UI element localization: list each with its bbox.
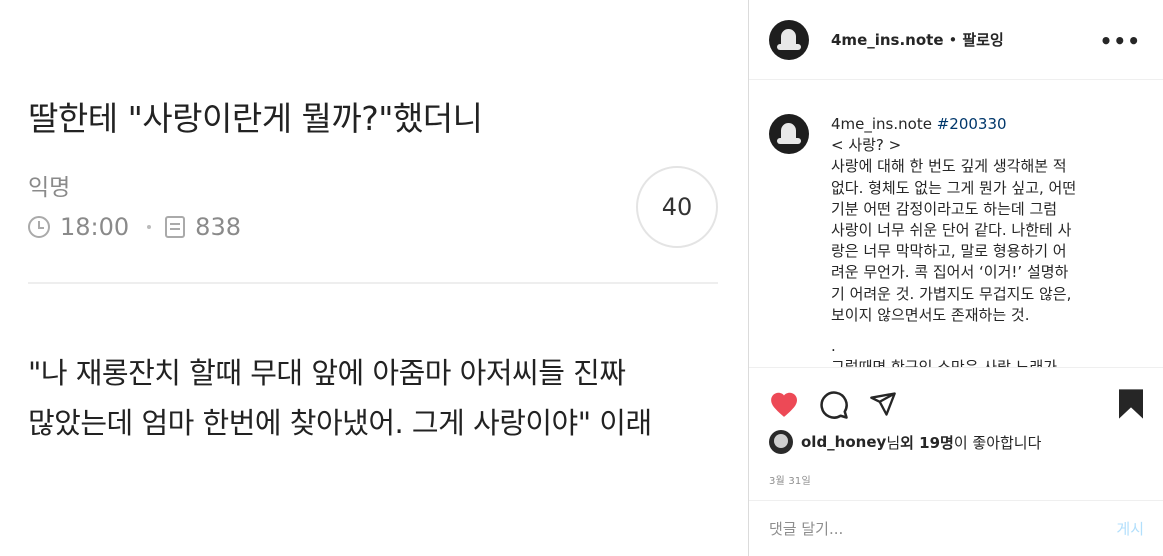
- comment-icon[interactable]: [819, 390, 849, 424]
- caption-line: < 사랑? >: [831, 136, 902, 155]
- heart-icon[interactable]: [769, 390, 799, 422]
- comment-input[interactable]: [769, 519, 1117, 538]
- comment-count-circle: 40: [636, 166, 718, 248]
- caption-text: 4me_ins.note #200330 < 사랑? > 사랑에 대해 한 번도…: [831, 114, 1144, 367]
- caption-line: 사랑에 대해 한 번도 깊게 생각해본 적: [831, 157, 1067, 176]
- header-separator: •: [948, 30, 958, 49]
- caption-line: .: [831, 337, 836, 356]
- post-comment-button[interactable]: 게시: [1116, 518, 1144, 539]
- post-image-time: 18:00: [60, 213, 130, 241]
- caption-hashtag[interactable]: #200330: [937, 115, 1007, 133]
- caption-line: 없다. 형체도 없는 그게 뭔가 싶고, 어떤: [831, 178, 1077, 197]
- caption-line: 기분 어떤 감정이라고도 하는데 그럼: [831, 199, 1058, 218]
- caption-username[interactable]: 4me_ins.note: [831, 115, 932, 133]
- header-username[interactable]: 4me_ins.note: [831, 31, 944, 49]
- likes-suffix: 이 좋아합니다: [953, 433, 1042, 452]
- dot-separator: [147, 225, 152, 229]
- share-icon[interactable]: [869, 390, 897, 422]
- post-image-divider: [28, 282, 718, 284]
- post-image-body-line: 많았는데 엄마 한번에 찾아냈어. 그게 사랑이야" 이래: [28, 406, 652, 440]
- bookmark-icon[interactable]: [1117, 388, 1145, 424]
- caption-line: 기 어려운 것. 가볍지도 무겁지도 않은,: [831, 284, 1072, 303]
- likes-row: old_honey 님 외 19명 이 좋아합니다: [769, 430, 1041, 454]
- post-image[interactable]: 딸한테 "사랑이란게 뭘까?"했더니 익명 18:00 838 40 "나 재롱…: [0, 0, 748, 556]
- caption-line: 려운 무언가. 콕 집어서 ‘이거!’ 설명하: [831, 263, 1069, 282]
- liker-avatar[interactable]: [769, 430, 793, 454]
- post-image-body-line: "나 재롱잔치 할때 무대 앞에 아줌마 아저씨들 진짜: [28, 356, 626, 390]
- actions-area: old_honey 님 외 19명 이 좋아합니다 3월 31일: [749, 367, 1163, 500]
- caption-line: 보이지 않으면서도 존재하는 것.: [831, 305, 1030, 324]
- post-sidebar: 4me_ins.note • 팔로잉 ••• 4me_ins.note #200…: [748, 0, 1163, 556]
- post-date[interactable]: 3월 31일: [769, 472, 811, 487]
- liker-name[interactable]: old_honey: [801, 433, 886, 451]
- following-button[interactable]: 팔로잉: [962, 29, 1003, 50]
- more-horizontal-icon[interactable]: •••: [1100, 29, 1141, 53]
- caption-line: 그럴때면 한구인 스만은 사랑 노래가: [831, 357, 1144, 367]
- post-image-meta: 18:00 838: [28, 213, 241, 241]
- post-image-body: "나 재롱잔치 할때 무대 앞에 아줌마 아저씨들 진짜 많았는데 엄마 한번에…: [28, 348, 728, 448]
- caption-area[interactable]: 4me_ins.note #200330 < 사랑? > 사랑에 대해 한 번도…: [749, 81, 1163, 367]
- post-image-author: 익명: [28, 175, 71, 201]
- post-header: 4me_ins.note • 팔로잉 •••: [749, 0, 1163, 80]
- clock-icon: [28, 216, 50, 238]
- likes-mid: 님: [886, 433, 901, 452]
- post-image-title: 딸한테 "사랑이란게 뭘까?"했더니: [28, 99, 483, 138]
- caption-avatar[interactable]: [769, 114, 809, 154]
- post-image-views: 838: [195, 213, 241, 241]
- likes-count[interactable]: 외 19명: [900, 432, 954, 453]
- caption-line: 사랑이 너무 쉬운 단어 같다. 나한테 사: [831, 221, 1072, 240]
- caption-line: 랑은 너무 막막하고, 말로 형용하기 어: [831, 242, 1067, 261]
- avatar[interactable]: [769, 19, 809, 60]
- comment-area: 게시: [749, 500, 1163, 556]
- document-icon: [165, 216, 186, 238]
